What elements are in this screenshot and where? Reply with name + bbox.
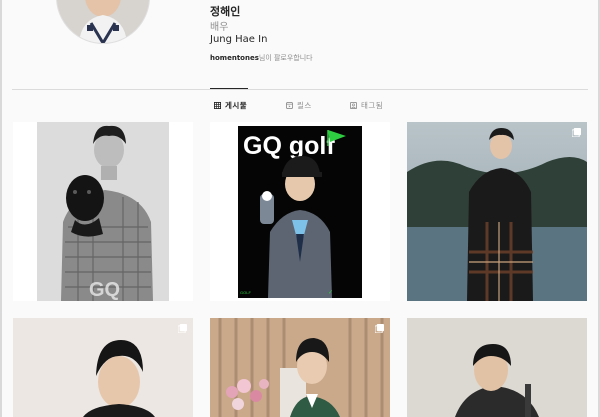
tab-reels[interactable]: 릴스 — [286, 100, 312, 111]
post-2-cover-mark: ✓ — [328, 290, 333, 296]
post-2-image: GQ golf GOLF ✓ — [210, 122, 390, 301]
tab-posts-label: 게시물 — [225, 101, 248, 110]
post-thumbnail[interactable]: GQ — [13, 122, 193, 301]
followed-by-username[interactable]: homentones — [210, 54, 259, 62]
followed-by-suffix: 님이 팔로우합니다 — [258, 54, 313, 62]
post-thumbnail[interactable] — [13, 318, 193, 417]
post-2-cover-fineprint: GOLF — [240, 290, 251, 295]
profile-avatar[interactable] — [56, 0, 150, 44]
followed-by-text[interactable]: homentones님이 팔로우합니다 — [210, 53, 313, 63]
tagged-icon — [350, 102, 357, 109]
post-5-image — [210, 318, 390, 417]
window-frame-left — [0, 0, 2, 417]
post-1-image: GQ — [13, 122, 193, 301]
tab-posts[interactable]: 게시물 — [214, 100, 247, 111]
post-thumbnail[interactable] — [407, 122, 587, 301]
post-1-gq-logo: GQ — [89, 279, 120, 301]
post-thumbnail[interactable]: GQ golf GOLF ✓ — [210, 122, 390, 301]
post-thumbnail[interactable] — [407, 318, 587, 417]
profile-full-name: Jung Hae In — [210, 34, 268, 45]
profile-divider — [12, 89, 588, 90]
multiple-photos-icon — [178, 324, 187, 333]
post-6-image — [407, 318, 587, 417]
multiple-photos-icon — [572, 128, 581, 137]
post-thumbnail[interactable] — [210, 318, 390, 417]
profile-username: 정해인 — [210, 5, 241, 18]
grid-icon — [214, 102, 221, 109]
tab-tagged-label: 태그됨 — [361, 101, 384, 110]
multiple-photos-icon — [375, 324, 384, 333]
profile-category: 배우 — [210, 22, 229, 33]
reels-icon — [286, 102, 293, 109]
tab-reels-label: 릴스 — [297, 101, 312, 110]
active-tab-indicator — [210, 88, 248, 89]
post-2-gq-golf-logo: GQ golf — [243, 132, 335, 160]
post-3-image — [407, 122, 587, 301]
post-4-image — [13, 318, 193, 417]
tab-tagged[interactable]: 태그됨 — [350, 100, 383, 111]
